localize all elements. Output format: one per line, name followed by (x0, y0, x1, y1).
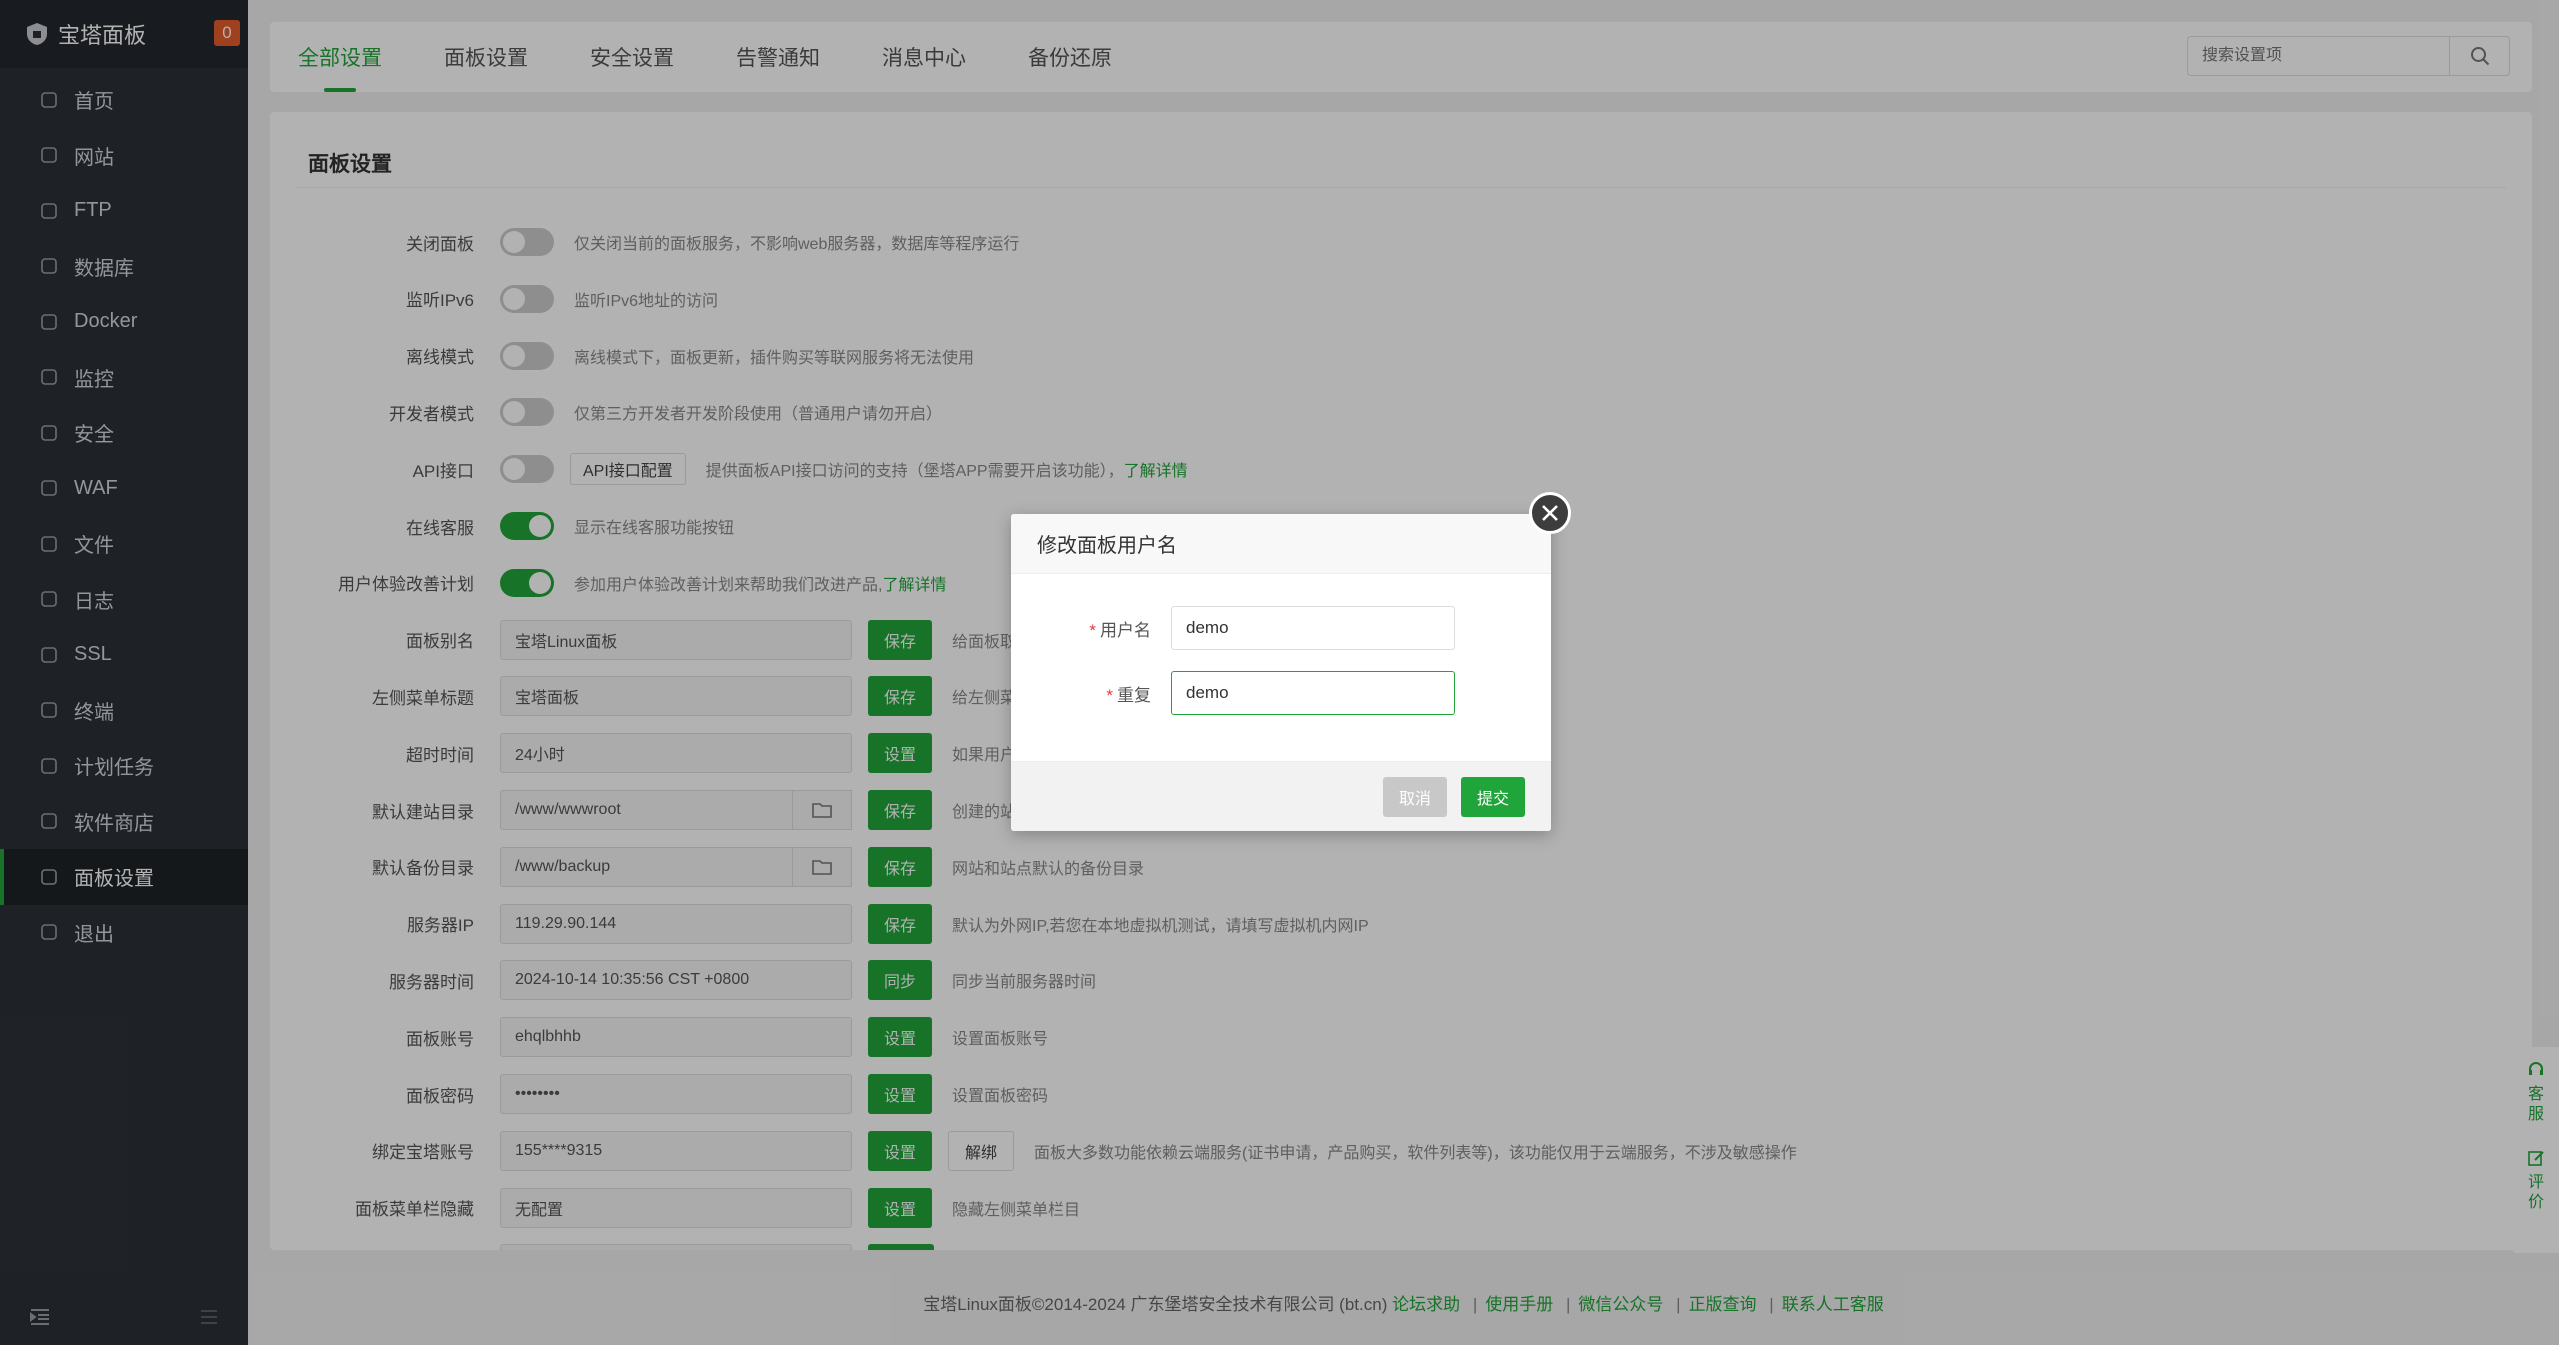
change-username-dialog: 修改面板用户名 * 用户名 demo * 重复 demo 取消 提交 (1011, 492, 1571, 831)
dialog-title: 修改面板用户名 (1011, 514, 1551, 574)
repeat-username-input[interactable]: demo (1171, 671, 1455, 715)
dialog-footer: 取消 提交 (1011, 761, 1551, 831)
submit-button[interactable]: 提交 (1460, 776, 1525, 817)
cancel-button[interactable]: 取消 (1382, 776, 1447, 817)
close-icon (1542, 505, 1558, 521)
username-label: * 用户名 (1089, 620, 1151, 640)
username-input[interactable]: demo (1171, 606, 1455, 650)
repeat-row: * 重复 demo (1011, 671, 1455, 715)
repeat-label: * 重复 (1106, 685, 1151, 705)
close-dialog-button[interactable] (1529, 492, 1571, 534)
username-row: * 用户名 demo (1011, 606, 1455, 650)
